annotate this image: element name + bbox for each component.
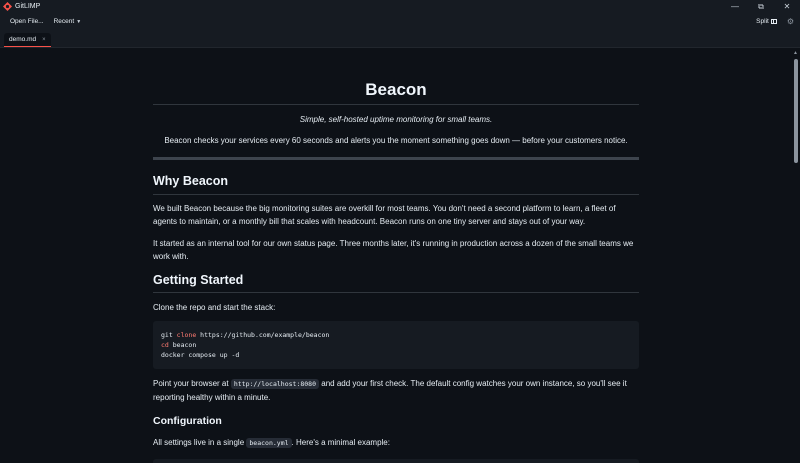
tagline: Simple, self-hosted uptime monitoring fo…	[299, 115, 493, 124]
title-underline	[153, 104, 639, 105]
why-paragraph-2: It started as an internal tool for our o…	[153, 239, 634, 261]
document-title: Beacon	[365, 80, 427, 99]
code-line-1: git clone https://github.com/example/bea…	[161, 330, 631, 340]
tab-demo-md[interactable]: demo.md ×	[4, 33, 51, 47]
code-block-config	[153, 459, 639, 463]
recent-button[interactable]: Recent ▼	[49, 16, 87, 27]
heading-underline	[153, 194, 639, 195]
horizontal-rule	[153, 157, 639, 160]
open-file-label: Open File...	[10, 18, 44, 25]
code-line-2: cd beacon	[161, 340, 631, 350]
code-keyword: cd	[161, 341, 169, 349]
split-label: Split	[756, 18, 769, 25]
restore-icon[interactable]: ⧉	[748, 0, 774, 13]
summary: Beacon checks your services every 60 sec…	[164, 136, 628, 145]
config-text-a: All settings live in a single	[153, 438, 245, 447]
recent-label: Recent	[53, 18, 75, 25]
code-token: git	[161, 331, 173, 339]
scrollbar-thumb[interactable]	[794, 59, 798, 163]
clone-instructions: Clone the repo and start the stack:	[153, 303, 276, 312]
tab-strip: demo.md ×	[0, 30, 800, 48]
app-title: GitLIMP	[15, 3, 41, 10]
split-button[interactable]: Split	[756, 18, 777, 25]
inline-code-filename: beacon.yml	[246, 438, 292, 448]
tab-close-icon[interactable]: ×	[42, 37, 46, 43]
close-icon[interactable]: ✕	[774, 0, 800, 13]
config-text-b: . Here's a minimal example:	[291, 438, 390, 447]
app-logo-icon	[3, 2, 12, 11]
split-view-icon	[770, 19, 777, 24]
title-bar: GitLIMP — ⧉ ✕	[0, 0, 800, 13]
code-token: beacon	[172, 341, 197, 349]
window-controls: — ⧉ ✕	[722, 0, 800, 13]
browser-text-a: Point your browser at	[153, 379, 229, 388]
inline-code-url: http://localhost:8080	[230, 379, 320, 389]
scroll-up-icon[interactable]: ▲	[793, 50, 798, 56]
browser-instructions: Point your browser at http://localhost:8…	[153, 377, 639, 404]
heading-why-beacon: Why Beacon	[153, 174, 229, 188]
heading-configuration: Configuration	[153, 415, 222, 427]
open-file-button[interactable]: Open File...	[5, 16, 49, 27]
heading-getting-started: Getting Started	[153, 273, 244, 287]
config-instructions: All settings live in a single beacon.yml…	[153, 436, 639, 450]
chevron-down-icon: ▼	[76, 18, 82, 25]
code-line-3: docker compose up -d	[161, 351, 240, 359]
minimize-icon[interactable]: —	[722, 0, 748, 13]
code-token: https://github.com/example/beacon	[200, 331, 330, 339]
toolbar: Open File... Recent ▼ Split ⚙	[0, 13, 800, 30]
markdown-preview: Beacon Simple, self-hosted uptime monito…	[0, 49, 792, 463]
settings-gear-icon[interactable]: ⚙	[787, 17, 794, 26]
tab-label: demo.md	[9, 36, 37, 43]
why-paragraph-1: We built Beacon because the big monitori…	[153, 204, 616, 226]
heading-underline	[153, 292, 639, 293]
vertical-scrollbar[interactable]: ▲	[792, 49, 800, 463]
code-keyword: clone	[176, 331, 197, 339]
code-block-install: git clone https://github.com/example/bea…	[153, 321, 639, 369]
